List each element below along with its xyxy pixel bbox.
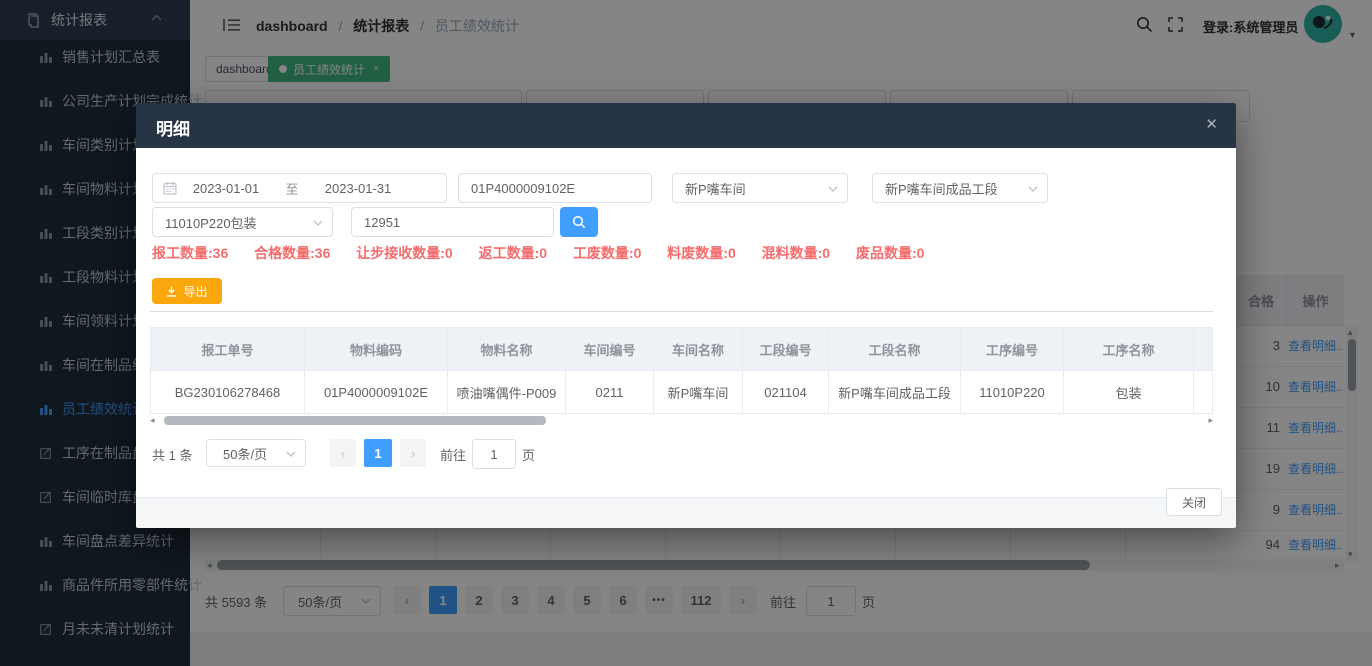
cell-workshop-name: 新P嘴车间 bbox=[654, 371, 743, 413]
stat-reported: 报工数量:36 bbox=[152, 245, 228, 261]
material-code-input[interactable] bbox=[459, 174, 651, 202]
process-select-value: 11010P220包装 bbox=[165, 213, 257, 232]
summary-stats: 报工数量:36 合格数量:36 让步接收数量:0 返工数量:0 工废数量:0 料… bbox=[152, 243, 946, 263]
stat-material-scrap: 料废数量:0 bbox=[667, 245, 735, 261]
modal-page-unit-label: 页 bbox=[522, 445, 535, 464]
stat-qualified: 合格数量:36 bbox=[254, 245, 330, 261]
modal-header: 明细 ✕ bbox=[136, 103, 1236, 148]
modal-goto-page-input[interactable] bbox=[472, 439, 516, 469]
cell-partial bbox=[1194, 371, 1212, 413]
end-date-value[interactable]: 2023-01-31 bbox=[309, 181, 407, 196]
cell-workshop-no: 0211 bbox=[566, 371, 654, 413]
export-button[interactable]: 导出 bbox=[152, 278, 222, 304]
table-header-row: 报工单号 物料编码 物料名称 车间编号 车间名称 工段编号 工段名称 工序编号 … bbox=[151, 328, 1212, 370]
scrollbar-thumb[interactable] bbox=[164, 416, 546, 425]
close-icon[interactable]: ✕ bbox=[1205, 115, 1218, 133]
workshop-select[interactable]: 新P嘴车间 bbox=[672, 173, 848, 203]
table-row: BG230106278468 01P4000009102E 喷油嘴偶件-P009… bbox=[151, 370, 1212, 413]
detail-table: 报工单号 物料编码 物料名称 车间编号 车间名称 工段编号 工段名称 工序编号 … bbox=[150, 327, 1213, 414]
export-label: 导出 bbox=[183, 283, 207, 300]
modal-footer: 关闭 bbox=[136, 497, 1236, 528]
modal-next-page-button[interactable]: › bbox=[400, 439, 426, 467]
cell-material-name: 喷油嘴偶件-P009 bbox=[448, 371, 566, 413]
date-range-picker[interactable]: 2023-01-01 至 2023-01-31 bbox=[152, 173, 447, 203]
calendar-icon bbox=[163, 181, 177, 195]
stat-mixed: 混料数量:0 bbox=[762, 245, 830, 261]
cell-process-no: 11010P220 bbox=[961, 371, 1064, 413]
search-button[interactable] bbox=[560, 207, 598, 237]
cell-report-no: BG230106278468 bbox=[151, 371, 305, 413]
detail-modal: 明细 ✕ 2023-01-01 至 2023-01-31 新P嘴车间 新P嘴车间… bbox=[136, 103, 1236, 527]
modal-page-button-1[interactable]: 1 bbox=[364, 439, 392, 467]
col-process-name: 工序名称 bbox=[1064, 328, 1194, 370]
modal-prev-page-button[interactable]: ‹ bbox=[330, 439, 356, 467]
divider bbox=[150, 311, 1213, 312]
col-report-no: 报工单号 bbox=[151, 328, 305, 370]
process-select[interactable]: 11010P220包装 bbox=[152, 207, 333, 237]
employee-code-input[interactable] bbox=[352, 208, 553, 236]
col-partial bbox=[1194, 328, 1212, 370]
col-material-code: 物料编码 bbox=[305, 328, 448, 370]
stat-concession: 让步接收数量:0 bbox=[356, 245, 452, 261]
chevron-down-icon bbox=[286, 451, 296, 457]
scroll-left-icon[interactable]: ◂ bbox=[150, 415, 155, 425]
cell-material-code: 01P4000009102E bbox=[305, 371, 448, 413]
download-icon bbox=[166, 286, 177, 297]
cell-process-name: 包装 bbox=[1064, 371, 1194, 413]
workshop-select-value: 新P嘴车间 bbox=[685, 179, 746, 198]
employee-code-field[interactable] bbox=[351, 207, 554, 237]
material-code-field[interactable] bbox=[458, 173, 652, 203]
chevron-down-icon bbox=[313, 220, 323, 226]
section-select[interactable]: 新P嘴车间成品工段 bbox=[872, 173, 1048, 203]
cell-section-name: 新P嘴车间成品工段 bbox=[829, 371, 961, 413]
modal-close-button[interactable]: 关闭 bbox=[1166, 488, 1222, 516]
chevron-down-icon bbox=[1028, 186, 1038, 192]
search-icon bbox=[572, 215, 586, 229]
col-workshop-name: 车间名称 bbox=[654, 328, 743, 370]
app-root: 统计报表 销售计划汇总表 公司生产计划完成统计 车间类别计划 车间物料计划 工段… bbox=[0, 0, 1372, 666]
section-select-value: 新P嘴车间成品工段 bbox=[885, 179, 998, 198]
start-date-value[interactable]: 2023-01-01 bbox=[177, 181, 275, 196]
chevron-down-icon bbox=[828, 186, 838, 192]
stat-waste: 废品数量:0 bbox=[856, 245, 924, 261]
col-process-no: 工序编号 bbox=[961, 328, 1064, 370]
stat-process-scrap: 工废数量:0 bbox=[573, 245, 641, 261]
date-range-separator: 至 bbox=[275, 179, 309, 198]
modal-title: 明细 bbox=[156, 115, 190, 140]
modal-page-size-select[interactable]: 50条/页 bbox=[206, 439, 306, 467]
modal-goto-label: 前往 bbox=[440, 445, 466, 464]
scroll-right-icon[interactable]: ▸ bbox=[1208, 415, 1213, 425]
cell-section-no: 021104 bbox=[743, 371, 829, 413]
col-section-no: 工段编号 bbox=[743, 328, 829, 370]
table-horizontal-scrollbar[interactable]: ◂ ▸ bbox=[150, 414, 1213, 427]
col-section-name: 工段名称 bbox=[829, 328, 961, 370]
col-material-name: 物料名称 bbox=[448, 328, 566, 370]
col-workshop-no: 车间编号 bbox=[566, 328, 654, 370]
modal-page-size-value: 50条/页 bbox=[223, 444, 267, 463]
stat-rework: 返工数量:0 bbox=[479, 245, 547, 261]
modal-total-count: 共 1 条 bbox=[152, 445, 192, 464]
